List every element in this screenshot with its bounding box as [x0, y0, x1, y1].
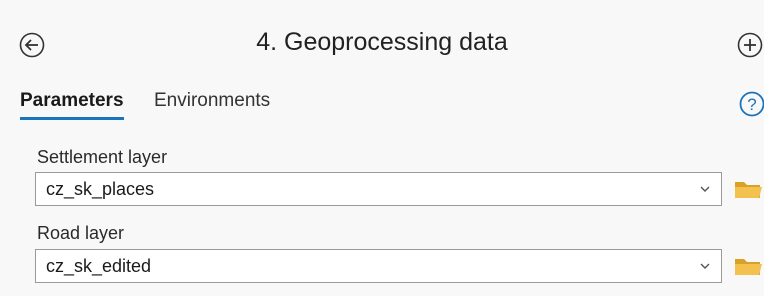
add-button[interactable] — [736, 31, 764, 59]
road-layer-label: Road layer — [37, 223, 125, 243]
settlement-layer-browse-button[interactable] — [733, 177, 764, 201]
tab-bar: Parameters Environments — [0, 86, 764, 124]
svg-text:?: ? — [747, 95, 756, 114]
help-icon: ? — [739, 91, 764, 117]
tab-environments[interactable]: Environments — [154, 90, 270, 112]
settlement-layer-select[interactable]: cz_sk_places — [35, 172, 722, 206]
chevron-down-icon — [697, 258, 713, 274]
page-title: 4. Geoprocessing data — [256, 28, 508, 56]
road-layer-value: cz_sk_edited — [46, 256, 152, 276]
folder-icon — [735, 259, 762, 275]
settlement-layer-value: cz_sk_places — [46, 179, 155, 199]
road-layer-select[interactable]: cz_sk_edited — [35, 249, 722, 283]
add-circle-icon — [737, 32, 763, 58]
chevron-down-icon — [697, 181, 713, 197]
road-layer-browse-button[interactable] — [733, 254, 764, 278]
settlement-layer-label: Settlement layer — [37, 147, 168, 167]
pane-header: 4. Geoprocessing data — [0, 0, 764, 86]
folder-icon — [735, 182, 762, 198]
help-button[interactable]: ? — [738, 90, 764, 118]
tab-parameters[interactable]: Parameters — [20, 90, 124, 120]
geoprocessing-pane: 4. Geoprocessing data Parameters Environ… — [0, 0, 764, 296]
